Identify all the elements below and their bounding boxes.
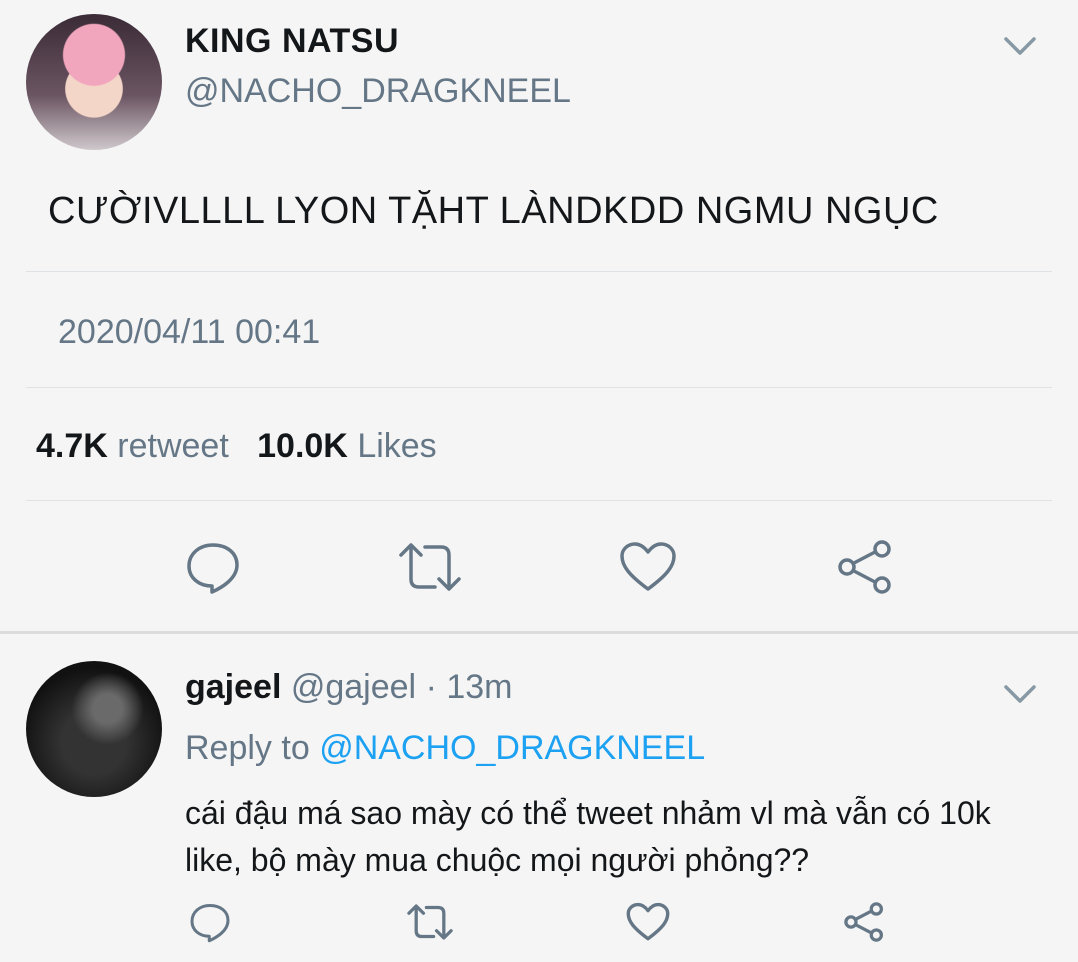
- share-icon[interactable]: [836, 538, 894, 596]
- chevron-down-icon[interactable]: [1002, 676, 1038, 712]
- reply-header: gajeel @gajeel · 13m: [185, 668, 512, 707]
- author-handle[interactable]: @NACHO_DRAGKNEEL: [185, 72, 571, 111]
- tweet-text: CƯỜIVLLLL LYON TẶHT LÀNDKDD NGMU NGỤC: [48, 190, 939, 232]
- likes-label[interactable]: Likes: [357, 427, 436, 465]
- reply-icon[interactable]: [184, 538, 242, 596]
- divider: [26, 387, 1052, 388]
- separator-dot: ·: [425, 668, 437, 706]
- reply-icon[interactable]: [188, 900, 232, 944]
- divider: [26, 500, 1052, 501]
- share-icon[interactable]: [842, 900, 886, 944]
- likes-count[interactable]: 10.0K: [257, 427, 348, 465]
- heart-icon[interactable]: [619, 540, 677, 594]
- author-avatar[interactable]: [26, 14, 162, 150]
- chevron-down-icon[interactable]: [1002, 28, 1038, 64]
- tweet-timestamp[interactable]: 2020/04/11 00:41: [58, 313, 320, 352]
- author-name[interactable]: KING NATSU: [185, 22, 399, 61]
- reply-to-mention[interactable]: @NACHO_DRAGKNEEL: [319, 729, 705, 767]
- tweet-stats: 4.7K retweet 10.0K Likes: [36, 427, 437, 466]
- divider: [26, 271, 1052, 272]
- retweet-icon[interactable]: [406, 900, 454, 944]
- section-divider: [0, 631, 1078, 634]
- retweet-icon[interactable]: [397, 538, 463, 596]
- reply-author-name[interactable]: gajeel: [185, 668, 281, 706]
- heart-icon[interactable]: [626, 902, 670, 942]
- reply-author-avatar[interactable]: [26, 661, 162, 797]
- reply-to-line: Reply to @NACHO_DRAGKNEEL: [185, 729, 705, 768]
- reply-to-label: Reply to: [185, 729, 310, 767]
- retweet-count[interactable]: 4.7K: [36, 427, 108, 465]
- reply-time[interactable]: 13m: [446, 668, 512, 706]
- reply-author-handle[interactable]: @gajeel: [291, 668, 416, 706]
- reply-text: cái đậu má sao mày có thể tweet nhảm vl …: [185, 795, 991, 878]
- retweet-label[interactable]: retweet: [117, 427, 229, 465]
